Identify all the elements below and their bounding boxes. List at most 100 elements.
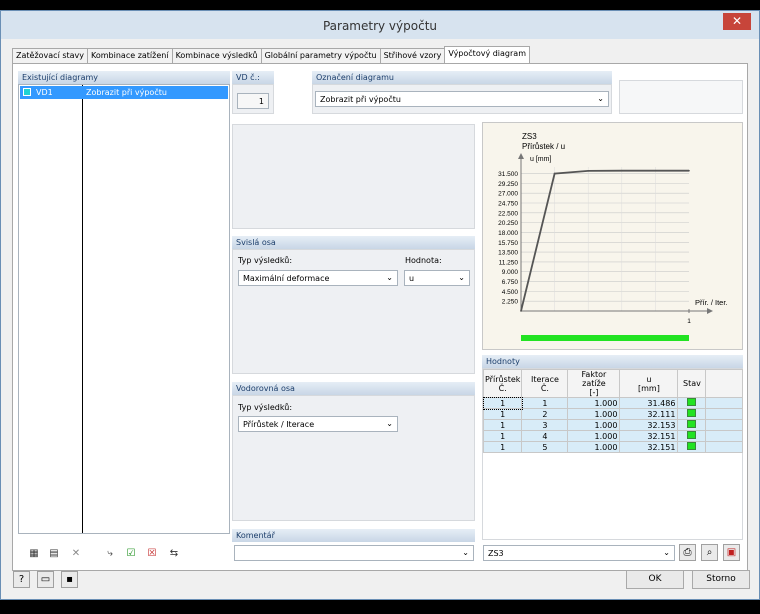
y-tick-label: 27.000 bbox=[498, 191, 518, 198]
swap-icon[interactable]: ⇆ bbox=[166, 546, 182, 562]
list-item[interactable]: VD1 Zobrazit při výpočtu bbox=[20, 86, 228, 99]
new-diagram-icon[interactable]: ▦ bbox=[26, 546, 42, 562]
status-indicator bbox=[687, 442, 697, 450]
col-header: Faktor zatíže [-] bbox=[567, 369, 621, 398]
cell[interactable]: 32.151 bbox=[619, 430, 679, 442]
tab-globalni-parametry[interactable]: Globální parametry výpočtu bbox=[260, 48, 381, 64]
table-row[interactable]: 1 1 1.000 31.486 bbox=[482, 396, 743, 410]
y-tick-label: 15.750 bbox=[498, 240, 518, 247]
tab-panel: Existující diagramy VD1 Zobrazit při výp… bbox=[12, 63, 748, 571]
status-indicator bbox=[687, 398, 697, 406]
data-point bbox=[520, 310, 522, 312]
cell[interactable]: 32.111 bbox=[619, 408, 679, 420]
print-icon[interactable]: ⎙ bbox=[679, 544, 696, 561]
y-tick-label: 20.250 bbox=[498, 220, 518, 227]
cell[interactable]: 1 bbox=[521, 397, 569, 409]
x-tick-label: 1 bbox=[687, 318, 691, 325]
horizontal-result-type-value: Přírůstek / Iterace bbox=[243, 420, 315, 429]
horizontal-result-type-select[interactable]: Přírůstek / Iterace ⌄ bbox=[238, 416, 398, 432]
cell[interactable]: 1 bbox=[482, 441, 523, 453]
table-row[interactable]: 1 4 1.000 32.151 bbox=[482, 430, 743, 442]
cell[interactable]: 3 bbox=[521, 419, 569, 431]
table-row[interactable]: 1 5 1.000 32.151 bbox=[482, 441, 743, 453]
tab-kombinace-vysledku[interactable]: Kombinace výsledků bbox=[171, 48, 262, 64]
y-tick-label: 13.500 bbox=[498, 250, 518, 257]
help-icon[interactable]: ? bbox=[13, 571, 30, 588]
cell bbox=[705, 441, 743, 453]
cell[interactable]: 1.000 bbox=[567, 397, 621, 409]
values-title: Hodnoty bbox=[482, 355, 743, 368]
zoom-icon[interactable]: ⌕ bbox=[701, 544, 718, 561]
vertical-result-type-select[interactable]: Maximální deformace ⌄ bbox=[238, 270, 398, 286]
col-header: Přírůstek Č. bbox=[482, 369, 523, 398]
diagram-list[interactable]: VD1 Zobrazit při výpočtu bbox=[18, 84, 230, 534]
diagram-name-title: Označení diagramu bbox=[312, 71, 612, 84]
chevron-down-icon: ⌄ bbox=[386, 273, 393, 282]
cell[interactable]: 1 bbox=[482, 408, 523, 420]
delete-icon[interactable]: ✕ bbox=[68, 546, 84, 562]
horizontal-axis-title: Vodorovná osa bbox=[232, 382, 475, 395]
chart-svg: ZS3Přírůstek / u u [mm] 31.500 29.250 27.000… bbox=[498, 132, 728, 341]
chevron-down-icon: ⌄ bbox=[663, 548, 670, 557]
close-icon: ✕ bbox=[731, 14, 743, 28]
tab-vypoctovy-diagram[interactable]: Výpočtový diagram bbox=[444, 46, 530, 64]
chevron-down-icon: ⌄ bbox=[597, 94, 604, 103]
vertical-result-type-label: Typ výsledků: bbox=[238, 256, 293, 265]
chevron-down-icon: ⌄ bbox=[462, 548, 469, 557]
diagram-name-select[interactable]: Zobrazit při výpočtu ⌄ bbox=[315, 91, 609, 107]
cell[interactable]: 32.151 bbox=[619, 441, 679, 453]
vd-number-field[interactable]: 1 bbox=[237, 93, 269, 109]
cancel-button[interactable]: Storno bbox=[692, 570, 750, 589]
cell bbox=[677, 397, 707, 409]
cell[interactable]: 32.153 bbox=[619, 419, 679, 431]
cell[interactable]: 4 bbox=[521, 430, 569, 442]
y-tick-label: 2.250 bbox=[502, 299, 519, 306]
vertical-value-select[interactable]: u ⌄ bbox=[404, 270, 470, 286]
comment-field[interactable]: ⌄ bbox=[234, 545, 474, 561]
values-table: Přírůstek Č. Iterace Č. Faktor zatíže [-] u… bbox=[482, 369, 743, 453]
window-title: Parametry výpočtu bbox=[322, 19, 438, 33]
preview-box bbox=[619, 80, 743, 114]
vertical-value-label: Hodnota: bbox=[405, 256, 442, 265]
tab-strihove-vzory[interactable]: Střihové vzory bbox=[379, 48, 446, 64]
tab-zatezovaci-stavy[interactable]: Zatěžovací stavy bbox=[12, 48, 89, 64]
load-case-select[interactable]: ZS3 ⌄ bbox=[483, 545, 675, 561]
table-row[interactable]: 1 2 1.000 32.111 bbox=[482, 408, 743, 420]
existing-diagrams-title: Existující diagramy bbox=[18, 71, 230, 84]
import-icon[interactable]: ⤷ bbox=[102, 546, 118, 562]
cell[interactable]: 1 bbox=[482, 430, 523, 442]
close-button[interactable]: ✕ bbox=[723, 13, 751, 30]
open-icon[interactable]: ▭ bbox=[37, 571, 54, 588]
diagram-color-swatch bbox=[23, 88, 31, 96]
chevron-down-icon: ⌄ bbox=[386, 419, 393, 428]
table-row[interactable]: 1 3 1.000 32.153 bbox=[482, 419, 743, 431]
tab-kombinace-zatizeni[interactable]: Kombinace zatížení bbox=[87, 48, 173, 64]
cell bbox=[705, 419, 743, 431]
cell[interactable]: 1.000 bbox=[567, 419, 621, 431]
cell[interactable]: 1.000 bbox=[567, 441, 621, 453]
copy-diagram-icon[interactable]: ▤ bbox=[46, 546, 62, 562]
y-tick-label: 22.500 bbox=[498, 210, 518, 217]
cell[interactable]: 1.000 bbox=[567, 408, 621, 420]
x-axis-label: Přír. / Iter. bbox=[695, 298, 728, 307]
y-tick-label: 18.000 bbox=[498, 230, 518, 237]
vd-number-title: VD č.: bbox=[232, 71, 274, 84]
check-all-icon[interactable]: ☑ bbox=[123, 546, 139, 562]
cell[interactable]: 2 bbox=[521, 408, 569, 420]
export-icon[interactable]: ▣ bbox=[723, 544, 740, 561]
uncheck-all-icon[interactable]: ☒ bbox=[144, 546, 160, 562]
col-header: u [mm] bbox=[619, 369, 679, 398]
vertical-value-value: u bbox=[409, 274, 415, 283]
cell[interactable]: 31.486 bbox=[619, 397, 679, 409]
data-point bbox=[587, 170, 589, 172]
chevron-down-icon: ⌄ bbox=[458, 273, 465, 282]
cell[interactable]: 5 bbox=[521, 441, 569, 453]
cell[interactable]: 1 bbox=[482, 396, 523, 410]
cell[interactable]: 1 bbox=[482, 419, 523, 431]
y-tick-label: 24.750 bbox=[498, 201, 518, 208]
ok-button[interactable]: OK bbox=[626, 570, 684, 589]
cell[interactable]: 1.000 bbox=[567, 430, 621, 442]
vd-number-box: 1 bbox=[232, 84, 274, 114]
diagram-name-box: Zobrazit při výpočtu ⌄ bbox=[312, 84, 612, 114]
save-icon[interactable]: ▪ bbox=[61, 571, 78, 588]
